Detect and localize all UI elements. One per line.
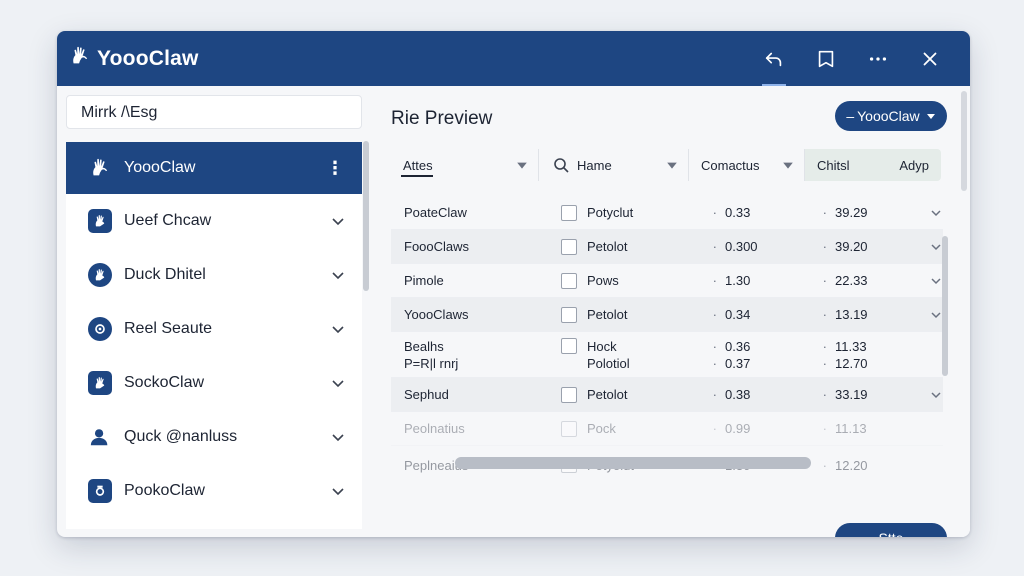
save-button[interactable]: Stte <box>835 523 947 537</box>
chevron-down-icon[interactable] <box>929 274 943 288</box>
row-checkbox[interactable] <box>561 420 577 437</box>
sidebar: Mirrk /\Esg YoooClaw ⋮ Ueef Chcaw Duck D… <box>66 95 362 529</box>
close-button[interactable] <box>904 31 956 86</box>
caret-down-icon <box>926 114 935 119</box>
app-title: YoooClaw <box>97 46 199 70</box>
table-vertical-scrollbar[interactable] <box>942 236 948 376</box>
caret-down-icon <box>667 162 677 169</box>
more-icon <box>869 56 887 61</box>
sidebar-item-label: Reel Seaute <box>124 320 213 337</box>
claw-icon <box>88 371 112 395</box>
caret-down-icon <box>783 162 793 169</box>
chevron-down-icon[interactable] <box>929 240 943 254</box>
sidebar-item-reel-seaute[interactable]: Reel Seaute <box>66 302 362 356</box>
row-checkbox[interactable] <box>561 238 577 255</box>
filter-chitsl-adyp[interactable]: Chitsl Adyp <box>805 149 941 181</box>
chevron-down-icon <box>332 434 344 442</box>
user-icon <box>87 424 113 450</box>
table-horizontal-scrollbar[interactable] <box>455 457 811 469</box>
caret-down-icon <box>517 162 527 169</box>
claw-icon <box>87 155 113 181</box>
sidebar-item-label: Duck Dhitel <box>124 266 206 283</box>
chevron-down-icon[interactable] <box>929 206 943 220</box>
sidebar-list: YoooClaw ⋮ Ueef Chcaw Duck Dhitel Reel S… <box>66 142 362 529</box>
gear-icon <box>88 317 112 341</box>
row-checkbox[interactable] <box>561 386 577 403</box>
sidebar-item-yoooclaw[interactable]: YoooClaw ⋮ <box>66 142 362 194</box>
chevron-down-icon <box>332 380 344 388</box>
sidebar-item-label: YoooClaw <box>124 159 196 176</box>
bookmark-button[interactable] <box>800 31 852 86</box>
claw-icon <box>88 263 112 287</box>
panel-scrollbar[interactable] <box>961 91 967 191</box>
sidebar-item-label: PookoClaw <box>124 482 205 499</box>
page-title: Rie Preview <box>391 108 493 129</box>
sidebar-item-pookoclaw[interactable]: PookoClaw <box>66 464 362 518</box>
chevron-down-icon[interactable] <box>929 308 943 322</box>
filter-bar: Attes Hame Comactus Chitsl Adyp <box>391 149 949 181</box>
row-checkbox[interactable] <box>561 338 577 354</box>
filter-attes[interactable]: Attes <box>391 149 539 181</box>
chevron-down-icon <box>332 326 344 334</box>
more-button[interactable] <box>852 31 904 86</box>
brand: YoooClaw <box>69 45 199 72</box>
filter-search-hame[interactable]: Hame <box>539 149 689 181</box>
camera-icon <box>88 479 112 503</box>
undo-icon <box>765 52 782 66</box>
app-window: YoooClaw Mirrk /\Esg YoooClaw ⋮ Ueef Chc… <box>57 31 970 537</box>
sidebar-search-input[interactable]: Mirrk /\Esg <box>66 95 362 129</box>
row-checkbox[interactable] <box>561 204 577 221</box>
sidebar-item-sockoclaw[interactable]: SockoClaw <box>66 356 362 410</box>
table-row[interactable]: YoooClaws Petolot · 0.34 · 13.19 <box>391 298 943 332</box>
table-row[interactable]: Peolnatius Pock · 0.99 · 11.13 <box>391 412 943 446</box>
sidebar-item-duck-dhitel[interactable]: Duck Dhitel <box>66 248 362 302</box>
chevron-down-icon <box>332 488 344 496</box>
table-row[interactable]: Sephud Petolot · 0.38 · 33.19 <box>391 378 943 412</box>
preview-panel: Rie Preview – YoooClaw Attes Hame Comact… <box>375 86 970 537</box>
chevron-down-icon[interactable] <box>929 388 943 402</box>
sidebar-item-quck-nanluss[interactable]: Quck @nanluss <box>66 410 362 464</box>
sidebar-item-label: SockoClaw <box>124 374 205 391</box>
table-row[interactable]: Bealhs P=R|l rnrj Hock Polotiol · 0.36 · 0.37… <box>391 332 943 378</box>
chevron-down-icon <box>332 272 344 280</box>
claw-icon <box>88 209 112 233</box>
bookmark-icon <box>818 50 834 67</box>
kebab-menu-icon[interactable]: ⋮ <box>326 159 344 177</box>
sidebar-item-label: Quck @nanluss <box>124 428 238 445</box>
row-checkbox[interactable] <box>561 306 577 323</box>
table-row[interactable]: PoateClaw Potyclut · 0.33 · 39.29 <box>391 196 943 230</box>
project-dropdown-label: YoooClaw <box>857 108 920 124</box>
close-icon <box>923 52 937 65</box>
sidebar-item-ueef-chcaw[interactable]: Ueef Chcaw <box>66 194 362 248</box>
table-row[interactable]: Pimole Pows · 1.30 · 22.33 <box>391 264 943 298</box>
sidebar-item-label: Ueef Chcaw <box>124 212 212 229</box>
search-icon <box>554 158 569 173</box>
claw-logo-icon <box>69 45 91 72</box>
table-row[interactable]: FoooClaws Petolot · 0.300 · 39.20 <box>391 230 943 264</box>
sidebar-scrollbar[interactable] <box>363 141 369 291</box>
chevron-down-icon <box>332 218 344 226</box>
undo-button[interactable] <box>748 31 800 86</box>
project-dropdown[interactable]: – YoooClaw <box>835 101 947 131</box>
results-table: PoateClaw Potyclut · 0.33 · 39.29 FoooClaw… <box>391 196 943 481</box>
row-checkbox[interactable] <box>561 272 577 289</box>
title-bar: YoooClaw <box>57 31 970 86</box>
filter-comactus[interactable]: Comactus <box>689 149 805 181</box>
